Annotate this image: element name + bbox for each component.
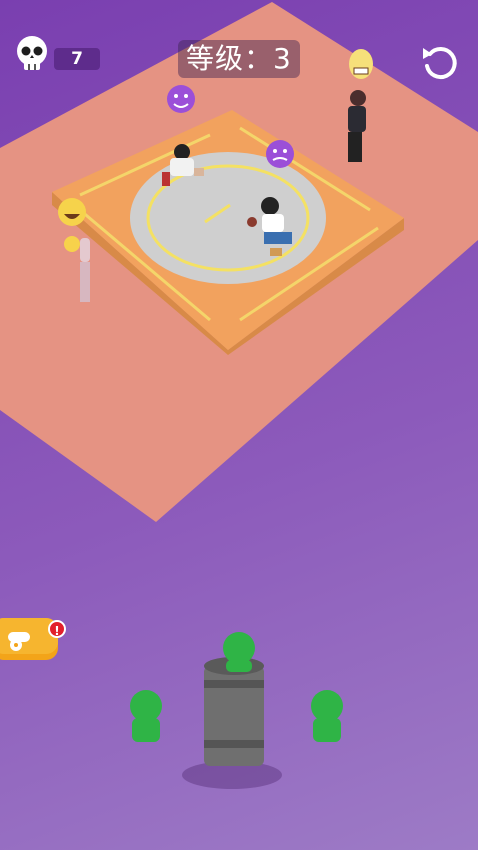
skull-icon <box>17 36 47 70</box>
angry-devil-emoji-2 <box>266 140 294 168</box>
green-player-left <box>130 690 162 742</box>
kill-counter: 7 <box>6 34 100 76</box>
game-scene <box>0 2 478 789</box>
alert-badge: ! <box>48 620 66 638</box>
green-player-center <box>223 632 255 672</box>
barrel-cannon <box>204 657 264 766</box>
level-label: 等级：3 <box>178 40 300 78</box>
laughing-emoji <box>58 198 86 226</box>
green-player-right <box>311 690 343 742</box>
angry-devil-emoji <box>167 85 195 113</box>
grimacing-emoji <box>349 49 373 79</box>
arena-circle <box>130 152 326 284</box>
restart-button[interactable] <box>418 40 462 84</box>
restart-icon <box>423 47 457 80</box>
kill-count: 7 <box>54 48 100 70</box>
cannon-button[interactable]: ! <box>0 612 66 664</box>
